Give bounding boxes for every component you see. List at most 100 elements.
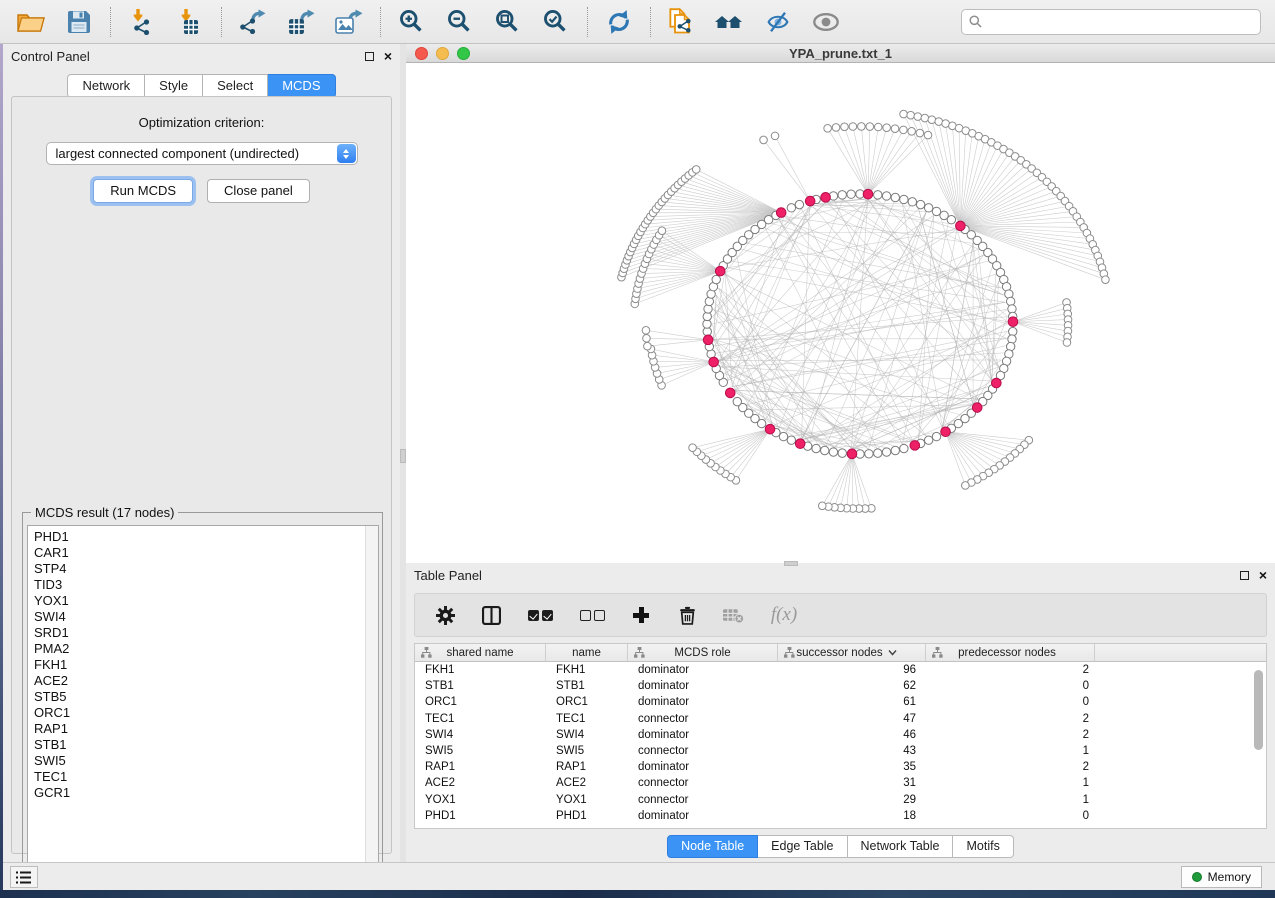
table-settings-icon[interactable] bbox=[433, 603, 457, 627]
control-panel: Control Panel × Network Style Select MCD… bbox=[3, 44, 400, 862]
mcds-result-item[interactable]: STB1 bbox=[34, 737, 378, 753]
table-row[interactable]: RAP1RAP1dominator352 bbox=[415, 759, 1266, 775]
table-cell: 0 bbox=[926, 810, 1095, 822]
save-session-icon[interactable] bbox=[62, 6, 96, 38]
tab-mcds[interactable]: MCDS bbox=[268, 74, 335, 98]
tab-motifs[interactable]: Motifs bbox=[953, 835, 1013, 858]
table-panel-header: Table Panel × bbox=[406, 563, 1275, 587]
zoom-in-icon[interactable] bbox=[395, 6, 429, 38]
column-header-name[interactable]: name bbox=[546, 644, 628, 661]
mcds-result-item[interactable]: PMA2 bbox=[34, 641, 378, 657]
mcds-result-item[interactable]: SRD1 bbox=[34, 625, 378, 641]
table-scrollbar-thumb[interactable] bbox=[1254, 670, 1263, 750]
table-row[interactable]: YOX1YOX1connector291 bbox=[415, 792, 1266, 808]
close-panel-icon[interactable]: × bbox=[384, 51, 392, 61]
export-network-icon[interactable] bbox=[236, 6, 270, 38]
mcds-result-item[interactable]: RAP1 bbox=[34, 721, 378, 737]
memory-status-icon bbox=[1192, 872, 1202, 882]
table-row[interactable]: PHD1PHD1dominator180 bbox=[415, 808, 1266, 824]
mcds-result-title: MCDS result (17 nodes) bbox=[31, 505, 178, 520]
search-area bbox=[961, 9, 1261, 35]
mcds-result-item[interactable]: ACE2 bbox=[34, 673, 378, 689]
table-cell: connector bbox=[628, 745, 778, 757]
search-text-field[interactable] bbox=[987, 14, 1253, 29]
mcds-result-list[interactable]: PHD1CAR1STP4TID3YOX1SWI4SRD1PMA2FKH1ACE2… bbox=[27, 525, 379, 876]
column-header-shared-name[interactable]: shared name bbox=[415, 644, 546, 661]
control-panel-tabbar: Network Style Select MCDS bbox=[3, 74, 400, 98]
add-column-icon[interactable] bbox=[629, 603, 653, 627]
mcds-result-item[interactable]: FKH1 bbox=[34, 657, 378, 673]
run-mcds-button[interactable]: Run MCDS bbox=[93, 179, 193, 203]
zoom-fit-icon[interactable] bbox=[491, 6, 525, 38]
select-stepper-icon bbox=[337, 144, 356, 163]
table-cell: PHD1 bbox=[415, 810, 546, 822]
tab-style[interactable]: Style bbox=[145, 74, 203, 98]
network-canvas[interactable] bbox=[406, 63, 1275, 562]
table-row[interactable]: ACE2ACE2connector311 bbox=[415, 775, 1266, 791]
sort-descending-icon bbox=[888, 649, 897, 656]
tab-edge-table[interactable]: Edge Table bbox=[758, 835, 847, 858]
mcds-result-item[interactable]: SWI5 bbox=[34, 753, 378, 769]
table-cell: 46 bbox=[778, 729, 926, 741]
apply-layout-icon[interactable] bbox=[602, 6, 636, 38]
close-panel-icon[interactable]: × bbox=[1259, 570, 1267, 580]
mcds-list-scrollbar[interactable] bbox=[365, 526, 378, 875]
import-table-icon[interactable] bbox=[173, 6, 207, 38]
column-header-successor-nodes[interactable]: successor nodes bbox=[778, 644, 926, 661]
close-panel-button[interactable]: Close panel bbox=[207, 179, 310, 203]
deselect-all-columns-icon[interactable] bbox=[577, 603, 607, 627]
table-cell: STB1 bbox=[415, 680, 546, 692]
node-table: shared name name MCDS role successor nod… bbox=[414, 643, 1267, 829]
column-header-predecessor-nodes[interactable]: predecessor nodes bbox=[926, 644, 1095, 661]
tab-network[interactable]: Network bbox=[67, 74, 145, 98]
homes-icon[interactable] bbox=[713, 6, 747, 38]
export-image-icon[interactable] bbox=[332, 6, 366, 38]
network-window-titlebar[interactable]: YPA_prune.txt_1 bbox=[406, 44, 1275, 63]
mcds-result-item[interactable]: CAR1 bbox=[34, 545, 378, 561]
table-cell: 1 bbox=[926, 777, 1095, 789]
zoom-selected-icon[interactable] bbox=[539, 6, 573, 38]
show-command-panel-button[interactable] bbox=[10, 866, 38, 888]
import-network-icon[interactable] bbox=[125, 6, 159, 38]
memory-button[interactable]: Memory bbox=[1181, 866, 1262, 888]
table-header-row: shared name name MCDS role successor nod… bbox=[415, 644, 1266, 662]
network-graph[interactable] bbox=[406, 63, 1275, 562]
table-cell: dominator bbox=[628, 696, 778, 708]
mcds-result-item[interactable]: TID3 bbox=[34, 577, 378, 593]
delete-column-icon[interactable] bbox=[675, 603, 699, 627]
tab-network-table[interactable]: Network Table bbox=[848, 835, 954, 858]
select-all-columns-icon[interactable] bbox=[525, 603, 555, 627]
table-panel-splitter-handle[interactable] bbox=[784, 561, 798, 566]
float-panel-icon[interactable] bbox=[365, 52, 374, 61]
mcds-result-item[interactable]: PHD1 bbox=[34, 529, 378, 545]
mcds-result-item[interactable]: SWI4 bbox=[34, 609, 378, 625]
table-cell: 43 bbox=[778, 745, 926, 757]
table-row[interactable]: STB1STB1dominator620 bbox=[415, 678, 1266, 694]
tab-node-table[interactable]: Node Table bbox=[667, 835, 758, 858]
table-row[interactable]: FKH1FKH1dominator962 bbox=[415, 662, 1266, 678]
search-input[interactable] bbox=[961, 9, 1261, 35]
hide-details-icon[interactable] bbox=[761, 6, 795, 38]
mcds-result-item[interactable]: ORC1 bbox=[34, 705, 378, 721]
open-file-icon[interactable] bbox=[14, 6, 48, 38]
column-header-mcds-role[interactable]: MCDS role bbox=[628, 644, 778, 661]
toggle-panel-columns-icon[interactable] bbox=[479, 603, 503, 627]
table-cell: ORC1 bbox=[415, 696, 546, 708]
optimization-criterion-select[interactable]: largest connected component (undirected) bbox=[46, 142, 358, 165]
float-panel-icon[interactable] bbox=[1240, 571, 1249, 580]
mcds-result-item[interactable]: YOX1 bbox=[34, 593, 378, 609]
mcds-result-item[interactable]: TEC1 bbox=[34, 769, 378, 785]
table-cell: 61 bbox=[778, 696, 926, 708]
share-document-icon[interactable] bbox=[665, 6, 699, 38]
mcds-result-item[interactable]: STB5 bbox=[34, 689, 378, 705]
table-row[interactable]: TEC1TEC1connector472 bbox=[415, 711, 1266, 727]
tab-select[interactable]: Select bbox=[203, 74, 268, 98]
mcds-result-item[interactable]: STP4 bbox=[34, 561, 378, 577]
table-row[interactable]: SWI5SWI5connector431 bbox=[415, 743, 1266, 759]
zoom-out-icon[interactable] bbox=[443, 6, 477, 38]
table-row[interactable]: SWI4SWI4dominator462 bbox=[415, 727, 1266, 743]
mcds-result-item[interactable]: GCR1 bbox=[34, 785, 378, 801]
table-cell: connector bbox=[628, 794, 778, 806]
table-row[interactable]: ORC1ORC1dominator610 bbox=[415, 694, 1266, 710]
export-table-icon[interactable] bbox=[284, 6, 318, 38]
